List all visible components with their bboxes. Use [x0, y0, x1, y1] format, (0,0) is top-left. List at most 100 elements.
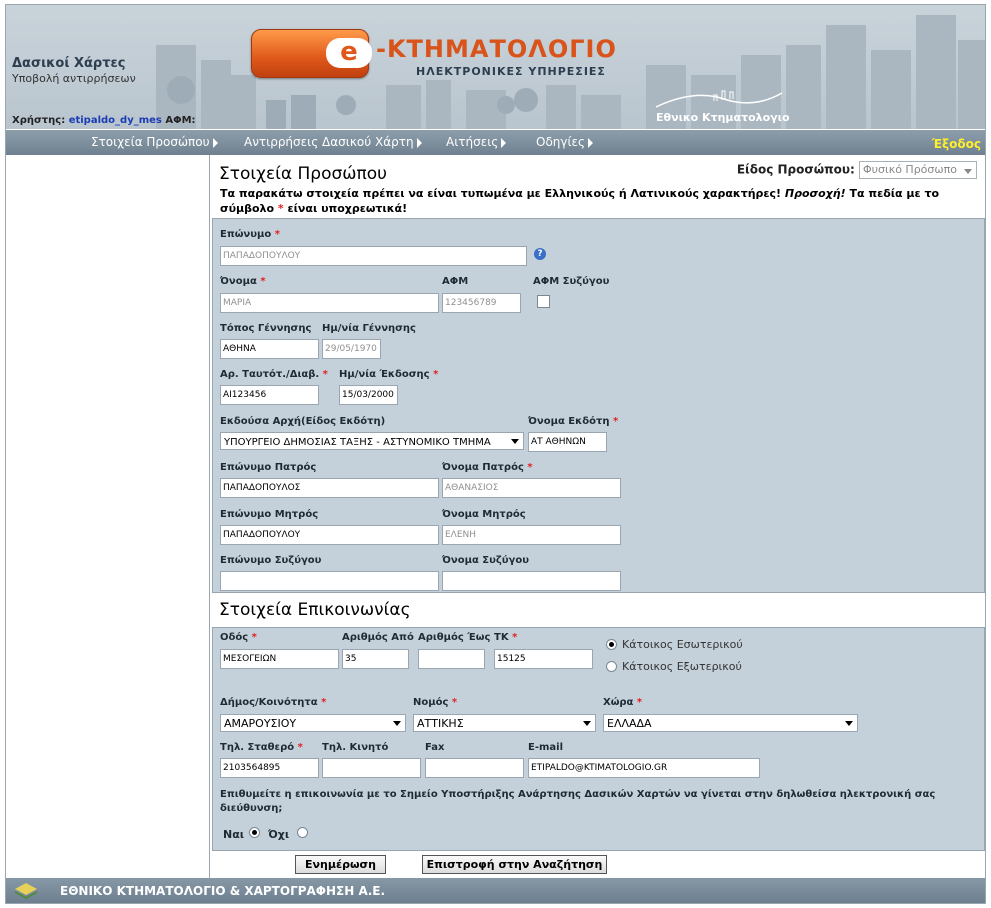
- nav-label: Οδηγίες: [536, 135, 586, 149]
- phone-label: Τηλ. Σταθερό *: [220, 742, 303, 753]
- radio-consent-yes[interactable]: [249, 827, 260, 838]
- required-star: *: [277, 202, 284, 215]
- notice-text: Τα παρακάτω στοιχεία πρέπει να είναι τυπ…: [220, 187, 782, 200]
- dropdown-caret-icon: [583, 721, 591, 726]
- prefecture-select[interactable]: ΑΤΤΙΚΗΣ: [413, 714, 596, 732]
- person-type-label: Είδος Προσώπου:: [736, 162, 855, 177]
- page: Δασικοί Χάρτες Υποβολή αντιρρήσεων Χρήστ…: [5, 4, 986, 904]
- nav-item-applications[interactable]: Αιτήσεις: [446, 135, 507, 149]
- nav-item-instructions[interactable]: Οδηγίες: [536, 135, 594, 149]
- user-name: etipaldo_dy_mes: [68, 115, 162, 126]
- municipality-select[interactable]: ΑΜΑΡΟΥΣΙΟΥ: [220, 714, 406, 732]
- father-name-label: Όνομα Πατρός *: [442, 462, 533, 473]
- issuer-authority-label: Εκδούσα Αρχή(Είδος Εκδότη): [220, 416, 386, 427]
- main-nav: Στοιχεία Προσώπου Αντιρρήσεις Δασικού Χά…: [6, 130, 985, 155]
- logo-tagline: ΗΛΕΚΤΡΟΝΙΚΕΣ ΥΠΗΡΕΣΙΕΣ: [416, 65, 606, 78]
- dropdown-caret-icon: [511, 439, 519, 444]
- radio-consent-no[interactable]: [297, 827, 308, 838]
- afm-field[interactable]: 123456789: [442, 293, 521, 313]
- org-logo-icon: [655, 90, 783, 108]
- spouse-name-field[interactable]: [442, 571, 621, 591]
- postcode-field[interactable]: 15125: [494, 649, 593, 669]
- issuer-authority-value: ΥΠΟΥΡΓΕΙΟ ΔΗΜΟΣΙΑΣ ΤΑΞΗΣ - ΑΣΤΥΝΟΜΙΚΟ ΤΜ…: [224, 437, 491, 448]
- municipality-value: ΑΜΑΡΟΥΣΙΟΥ: [224, 717, 297, 730]
- phone-field[interactable]: 2103564895: [220, 758, 319, 778]
- prefecture-value: ΑΤΤΙΚΗΣ: [417, 717, 464, 730]
- chevron-right-icon: [501, 137, 507, 148]
- issuer-name-field[interactable]: ΑΤ ΑΘΗΝΩΝ: [528, 432, 607, 452]
- issuer-name-label: Όνομα Εκδότη *: [528, 416, 619, 427]
- header-banner: Δασικοί Χάρτες Υποβολή αντιρρήσεων Χρήστ…: [6, 5, 985, 129]
- issue-date-field[interactable]: 15/03/2000: [339, 385, 398, 405]
- number-to-field[interactable]: [418, 649, 485, 669]
- number-to-label: Αριθμός Έως: [418, 632, 491, 643]
- email-field[interactable]: ETIPALDO@KTIMATOLOGIO.GR: [528, 758, 760, 778]
- nav-item-forest-objections[interactable]: Αντιρρήσεις Δασικού Χάρτη: [244, 135, 422, 149]
- birth-date-label: Ημ/νία Γέννησης: [322, 323, 416, 334]
- spouse-afm-checkbox[interactable]: [537, 295, 550, 308]
- birth-place-field[interactable]: ΑΘΗΝΑ: [220, 339, 319, 359]
- name-label: Όνομα *: [220, 276, 266, 287]
- nav-label: Αντιρρήσεις Δασικού Χάρτη: [244, 135, 414, 149]
- required-notice: Τα παρακάτω στοιχεία πρέπει να είναι τυπ…: [220, 186, 980, 216]
- back-to-search-button[interactable]: Επιστροφή στην Αναζήτηση: [422, 855, 607, 874]
- birth-date-field[interactable]: 29/05/1970: [322, 339, 381, 359]
- fax-field[interactable]: [425, 758, 524, 778]
- street-field[interactable]: ΜΕΣΟΓΕΙΩΝ: [220, 649, 339, 669]
- notice-text-c: είναι υποχρεωτικά!: [287, 202, 408, 215]
- radio-resident-domestic[interactable]: [606, 639, 617, 650]
- father-surname-field[interactable]: ΠΑΠΑΔΟΠΟΥΛΟΣ: [220, 478, 439, 498]
- nav-item-person-details[interactable]: Στοιχεία Προσώπου: [91, 135, 218, 149]
- postcode-label: ΤΚ *: [494, 632, 518, 643]
- prefecture-label: Νομός *: [413, 697, 458, 708]
- id-number-label: Αρ. Ταυτότ./Διαβ. *: [220, 369, 328, 380]
- nav-label: Στοιχεία Προσώπου: [91, 135, 210, 149]
- country-value: ΕΛΛΑΔΑ: [607, 717, 652, 730]
- person-type-select[interactable]: Φυσικό Πρόσωπο: [859, 161, 977, 179]
- consent-yes-label: Ναι: [223, 828, 245, 841]
- contact-form-panel: Οδός * ΜΕΣΟΓΕΙΩΝ Αριθμός Από 35 Αριθμός …: [212, 627, 985, 851]
- user-label: Χρήστης:: [12, 115, 66, 126]
- father-name-field[interactable]: ΑΘΑΝΑΣΙΟΣ: [442, 478, 621, 498]
- mobile-field[interactable]: [322, 758, 421, 778]
- name-field[interactable]: ΜΑΡΙΑ: [220, 293, 439, 313]
- person-type-field: Είδος Προσώπου: Φυσικό Πρόσωπο: [737, 161, 977, 179]
- help-icon[interactable]: ?: [534, 248, 546, 260]
- logo-wordmark: -ΚΤΗΜΑΤΟΛΟΓΙΟ: [376, 35, 617, 63]
- chevron-right-icon: [588, 137, 594, 148]
- birth-place-label: Τόπος Γέννησης: [220, 323, 312, 334]
- mother-name-field[interactable]: ΕΛΕΝΗ: [442, 525, 621, 545]
- father-surname-label: Επώνυμο Πατρός: [220, 462, 317, 473]
- logo-e-letter: e: [326, 38, 372, 68]
- country-select[interactable]: ΕΛΛΑΔΑ: [603, 714, 858, 732]
- consent-no-label: Όχι: [268, 828, 290, 841]
- update-button[interactable]: Ενημέρωση: [295, 855, 386, 874]
- surname-field[interactable]: ΠΑΠΑΔΟΠΟΥΛΟΥ: [220, 246, 527, 266]
- surname-label: Επώνυμο *: [220, 229, 280, 240]
- number-from-field[interactable]: 35: [342, 649, 409, 669]
- spouse-surname-field[interactable]: [220, 571, 439, 591]
- notice-warning: Προσοχή!: [784, 187, 846, 200]
- street-label: Οδός *: [220, 632, 257, 643]
- chevron-right-icon: [212, 137, 218, 148]
- radio-resident-abroad[interactable]: [606, 661, 617, 672]
- footer-bar: ΕΘΝΙΚΟ ΚΤΗΜΑΤΟΛΟΓΙΟ & ΧΑΡΤΟΓΡΑΦΗΣΗ Α.Ε.: [6, 878, 985, 903]
- consent-question: Επιθυμείτε η επικοινωνία με το Σημείο Υπ…: [220, 789, 936, 814]
- country-label: Χώρα *: [603, 697, 643, 708]
- issuer-authority-select[interactable]: ΥΠΟΥΡΓΕΙΟ ΔΗΜΟΣΙΑΣ ΤΑΞΗΣ - ΑΣΤΥΝΟΜΙΚΟ ΤΜ…: [220, 432, 524, 450]
- municipality-label: Δήμος/Κοινότητα *: [220, 697, 327, 708]
- nav-label: Αιτήσεις: [446, 135, 499, 149]
- chevron-right-icon: [416, 137, 422, 148]
- spouse-afm-label: ΑΦΜ Συζύγου: [533, 276, 610, 287]
- app-title: Δασικοί Χάρτες: [12, 56, 126, 71]
- afm-label: ΑΦΜ: [442, 276, 469, 287]
- mother-surname-field[interactable]: ΠΑΠΑΔΟΠΟΥΛΟΥ: [220, 525, 439, 545]
- resident-domestic-label: Κάτοικος Εσωτερικού: [622, 638, 743, 651]
- afm-label: ΑΦΜ:: [165, 115, 196, 126]
- resident-abroad-label: Κάτοικος Εξωτερικού: [622, 660, 742, 673]
- org-logo-text: Εθνικο Κτηματολογιο: [656, 111, 790, 124]
- id-number-field[interactable]: ΑΙ123456: [220, 385, 319, 405]
- contact-section-title: Στοιχεία Επικοινωνίας: [219, 600, 411, 620]
- app-subtitle: Υποβολή αντιρρήσεων: [12, 72, 136, 85]
- exit-link[interactable]: Έξοδος: [932, 137, 981, 151]
